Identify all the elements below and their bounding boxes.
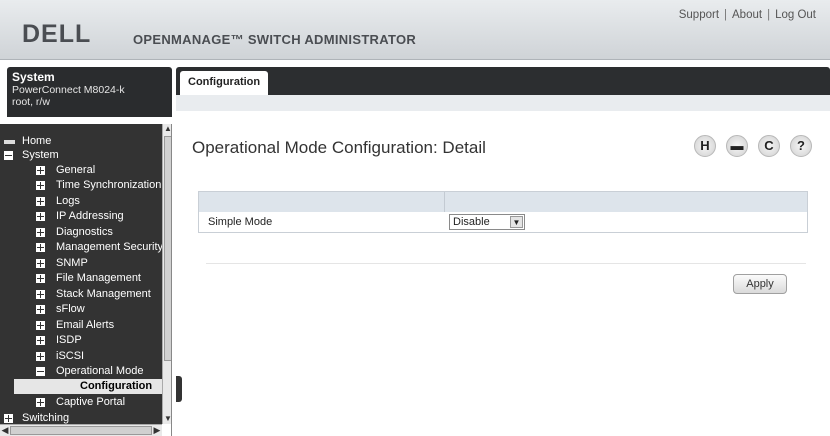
nav-item-configuration[interactable]: Configuration (14, 379, 162, 394)
expand-icon[interactable] (36, 212, 45, 221)
expand-icon[interactable] (36, 197, 45, 206)
nav-vertical-scrollbar[interactable]: ▲ ▼ (162, 124, 171, 424)
app-title: OPENMANAGE™ SWITCH ADMINISTRATOR (133, 32, 417, 47)
nav-item-time-synchronization[interactable]: Time Synchronization (0, 178, 162, 193)
link-separator: | (767, 9, 771, 21)
nav-tree-content: Home System General Time Synchronization… (0, 124, 163, 424)
tab-configuration[interactable]: Configuration (180, 71, 269, 95)
app-header: DELL OPENMANAGE™ SWITCH ADMINISTRATOR Su… (0, 0, 830, 60)
device-name: PowerConnect M8024-k (12, 84, 125, 96)
nav-item-sflow[interactable]: sFlow (0, 302, 162, 317)
collapse-icon[interactable] (4, 151, 13, 160)
nav-item-isdp[interactable]: ISDP (0, 333, 162, 348)
scroll-thumb[interactable] (10, 426, 152, 435)
expand-icon[interactable] (36, 305, 45, 314)
nav-item-management-security[interactable]: Management Security (0, 240, 163, 255)
nav-item-stack-management[interactable]: Stack Management (0, 287, 162, 302)
expand-icon[interactable] (36, 336, 45, 345)
collapse-icon[interactable] (36, 367, 45, 376)
chevron-down-icon[interactable]: ▼ (510, 216, 523, 228)
nav-item-snmp[interactable]: SNMP (0, 256, 162, 271)
table-row: Simple Mode Disable ▼ (199, 212, 807, 232)
home-icon (4, 140, 15, 144)
print-icon[interactable]: ▬ (726, 135, 748, 157)
system-info-box: System PowerConnect M8024-k root, r/w (7, 67, 172, 117)
save-icon[interactable]: H (694, 135, 716, 157)
scroll-right-icon[interactable]: ▶ (152, 425, 162, 436)
scroll-up-icon[interactable]: ▲ (163, 124, 171, 134)
about-link[interactable]: About (732, 9, 762, 21)
scroll-down-icon[interactable]: ▼ (163, 414, 171, 424)
settings-table: Simple Mode Disable ▼ (198, 191, 808, 233)
tab-bar: Configuration (176, 67, 830, 95)
expand-icon[interactable] (4, 414, 13, 423)
expand-icon[interactable] (36, 352, 45, 361)
nav-item-file-management[interactable]: File Management (0, 271, 162, 286)
refresh-icon[interactable]: C (758, 135, 780, 157)
expand-icon[interactable] (36, 259, 45, 268)
expand-icon[interactable] (36, 243, 45, 252)
scroll-left-icon[interactable]: ◀ (0, 425, 10, 436)
divider (206, 263, 806, 264)
expand-icon[interactable] (36, 181, 45, 190)
nav-item-operational-mode[interactable]: Operational Mode (0, 364, 162, 379)
expand-icon[interactable] (36, 228, 45, 237)
link-separator: | (724, 9, 728, 21)
dell-logo: DELL (22, 20, 92, 48)
page-title: Operational Mode Configuration: Detail (192, 138, 486, 157)
simple-mode-label: Simple Mode (208, 216, 273, 228)
expand-icon[interactable] (36, 398, 45, 407)
column-divider (444, 192, 445, 212)
nav-item-logs[interactable]: Logs (0, 194, 162, 209)
top-links: Support | About | Log Out (679, 9, 816, 21)
expand-icon[interactable] (36, 290, 45, 299)
nav-item-general[interactable]: General (0, 163, 162, 178)
help-icon[interactable]: ? (790, 135, 812, 157)
support-link[interactable]: Support (679, 9, 719, 21)
nav-horizontal-scrollbar[interactable]: ◀ ▶ (0, 424, 162, 436)
nav-item-email-alerts[interactable]: Email Alerts (0, 318, 162, 333)
nav-item-diagnostics[interactable]: Diagnostics (0, 225, 162, 240)
system-title: System (12, 70, 55, 84)
table-header (199, 192, 807, 212)
scroll-thumb[interactable] (164, 136, 171, 361)
apply-button[interactable]: Apply (733, 274, 787, 294)
sidebar-collapse-handle[interactable] (176, 376, 182, 402)
expand-icon[interactable] (36, 166, 45, 175)
expand-icon[interactable] (36, 321, 45, 330)
nav-item-home[interactable]: Home (0, 134, 162, 149)
nav-tree: Home System General Time Synchronization… (0, 124, 172, 436)
nav-item-system[interactable]: System (0, 148, 162, 163)
select-value: Disable (453, 216, 490, 228)
simple-mode-select[interactable]: Disable ▼ (449, 214, 525, 230)
logout-link[interactable]: Log Out (775, 9, 816, 21)
user-info: root, r/w (12, 96, 50, 108)
expand-icon[interactable] (36, 274, 45, 283)
nav-item-captive-portal[interactable]: Captive Portal (0, 395, 162, 410)
nav-item-ip-addressing[interactable]: IP Addressing (0, 209, 162, 224)
tab-bar-underlay (176, 95, 830, 111)
nav-item-iscsi[interactable]: iSCSI (0, 349, 162, 364)
